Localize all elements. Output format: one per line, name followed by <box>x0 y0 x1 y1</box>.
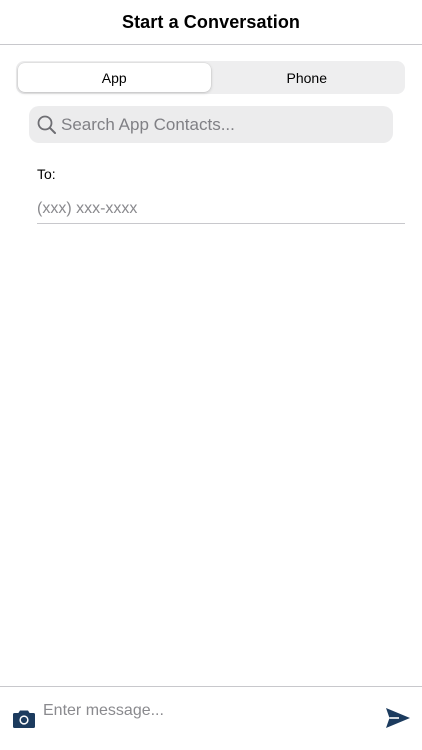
segment-phone[interactable]: Phone <box>211 63 404 92</box>
recipient-label: To: <box>37 166 56 182</box>
search-bar[interactable] <box>29 106 393 143</box>
search-input[interactable] <box>61 114 381 135</box>
search-icon <box>37 115 56 134</box>
message-composer <box>0 686 422 750</box>
message-input[interactable] <box>43 699 363 723</box>
send-icon[interactable] <box>385 707 411 729</box>
phone-number-field[interactable] <box>37 194 405 224</box>
page-title: Start a Conversation <box>121 11 301 32</box>
camera-icon[interactable] <box>12 709 36 729</box>
segment-app[interactable]: App <box>18 63 211 92</box>
nav-header: Start a Conversation <box>0 0 422 45</box>
contact-source-segmented-control: App Phone <box>16 61 405 94</box>
